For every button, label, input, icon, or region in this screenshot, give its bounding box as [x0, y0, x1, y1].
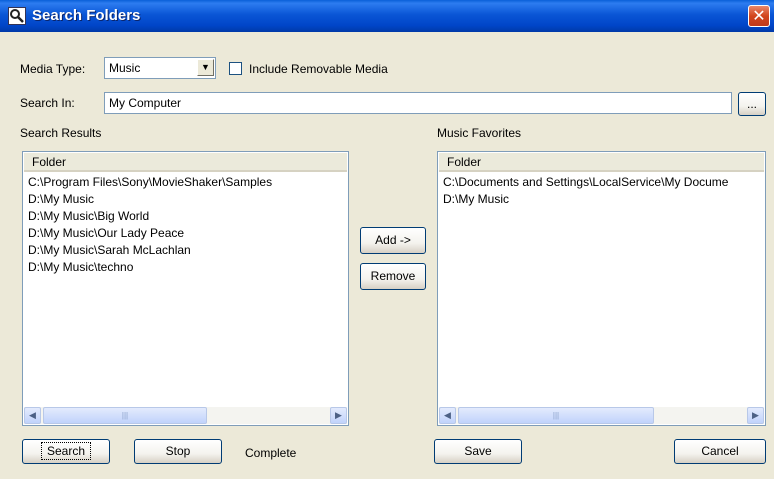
horizontal-scrollbar[interactable]: ◀ ||| ▶	[24, 407, 347, 424]
cancel-button[interactable]: Cancel	[674, 439, 766, 464]
scroll-thumb[interactable]: |||	[458, 407, 654, 424]
close-icon: ✕	[752, 6, 766, 25]
horizontal-scrollbar[interactable]: ◀ ||| ▶	[439, 407, 764, 424]
list-item[interactable]: C:\Program Files\Sony\MovieShaker\Sample…	[28, 174, 346, 191]
scroll-left-icon[interactable]: ◀	[439, 407, 456, 424]
search-in-label: Search In:	[20, 96, 75, 110]
search-in-field[interactable]: My Computer	[104, 92, 732, 114]
chevron-down-icon[interactable]: ▼	[197, 59, 214, 76]
scroll-right-icon[interactable]: ▶	[330, 407, 347, 424]
list-item[interactable]: C:\Documents and Settings\LocalService\M…	[443, 174, 763, 191]
save-button[interactable]: Save	[434, 439, 522, 464]
list-item[interactable]: D:\My Music	[28, 191, 346, 208]
remove-button[interactable]: Remove	[360, 263, 426, 290]
magnifier-icon	[8, 7, 26, 25]
window-title: Search Folders	[32, 7, 141, 24]
browse-button[interactable]: ...	[738, 92, 766, 116]
scroll-right-icon[interactable]: ▶	[747, 407, 764, 424]
scroll-left-icon[interactable]: ◀	[24, 407, 41, 424]
search-results-heading: Search Results	[20, 126, 102, 140]
include-removable-label: Include Removable Media	[249, 62, 388, 76]
media-type-label: Media Type:	[20, 62, 86, 76]
search-button-label: Search	[40, 442, 92, 460]
include-removable-checkbox[interactable]	[229, 62, 242, 75]
list-item[interactable]: D:\My Music	[443, 191, 763, 208]
column-header-folder[interactable]: Folder	[439, 153, 764, 172]
list-item[interactable]: D:\My Music\techno	[28, 259, 346, 276]
list-item[interactable]: D:\My Music\Our Lady Peace	[28, 225, 346, 242]
add-button[interactable]: Add ->	[360, 227, 426, 254]
stop-button[interactable]: Stop	[134, 439, 222, 464]
favorites-heading: Music Favorites	[437, 126, 522, 140]
media-type-dropdown[interactable]: Music ▼	[104, 57, 216, 79]
list-item[interactable]: D:\My Music\Big World	[28, 208, 346, 225]
search-results-list[interactable]: Folder C:\Program Files\Sony\MovieShaker…	[22, 151, 349, 426]
close-button[interactable]: ✕	[748, 5, 770, 27]
scroll-thumb[interactable]: |||	[43, 407, 207, 424]
title-bar: Search Folders ✕	[0, 0, 774, 32]
status-text: Complete	[245, 446, 297, 460]
favorites-list[interactable]: Folder C:\Documents and Settings\LocalSe…	[437, 151, 766, 426]
media-type-value: Music	[109, 61, 141, 75]
search-button[interactable]: Search	[22, 439, 110, 464]
column-header-folder[interactable]: Folder	[24, 153, 347, 172]
list-item[interactable]: D:\My Music\Sarah McLachlan	[28, 242, 346, 259]
